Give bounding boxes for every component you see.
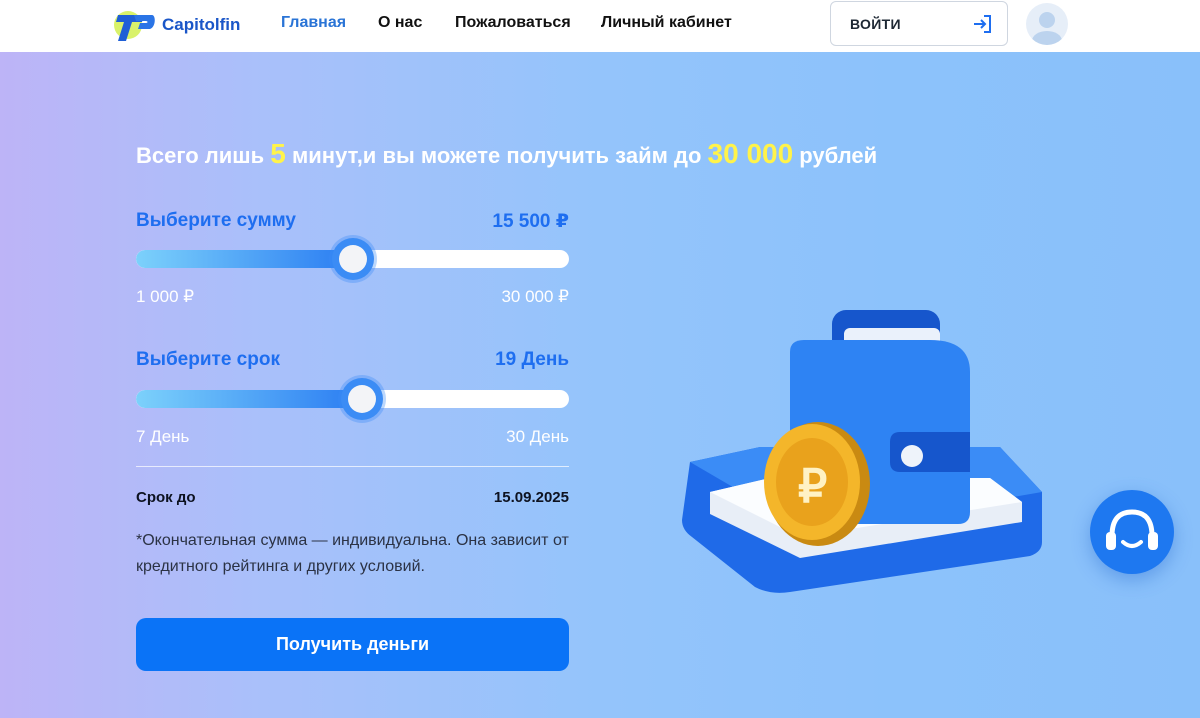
get-money-button[interactable]: Получить деньги bbox=[136, 618, 569, 671]
amount-min: 1 000 ₽ bbox=[136, 287, 195, 306]
term-range: 7 День 30 День bbox=[136, 427, 569, 447]
term-label-row: Выберите срок 19 День bbox=[136, 349, 569, 371]
disclaimer-note: *Окончательная сумма — индивидуальна. Он… bbox=[136, 532, 569, 575]
logo-icon bbox=[114, 11, 155, 41]
amount-max: 30 000 ₽ bbox=[501, 287, 569, 306]
nav-account[interactable]: Личный кабинет bbox=[601, 14, 732, 32]
login-arrow-icon bbox=[974, 15, 991, 33]
term-max: 30 День bbox=[506, 427, 569, 446]
term-min: 7 День bbox=[136, 427, 190, 446]
divider bbox=[136, 466, 569, 467]
logo[interactable]: Capitolfin bbox=[112, 4, 252, 46]
term-slider-fill bbox=[136, 390, 362, 408]
hero-headline: Всего лишь 5 минут,и вы можете получить … bbox=[136, 138, 877, 170]
term-slider-thumb[interactable] bbox=[340, 378, 383, 420]
amount-slider-thumb[interactable] bbox=[331, 238, 374, 280]
logo-text: Capitolfin bbox=[162, 15, 241, 34]
support-button[interactable] bbox=[1090, 490, 1174, 574]
nav-complain[interactable]: Пожаловаться bbox=[455, 14, 571, 32]
nav-about[interactable]: О нас bbox=[378, 14, 422, 32]
headline-text-1: Всего лишь bbox=[136, 143, 265, 168]
site-header: Capitolfin Главная О нас Пожаловаться Ли… bbox=[0, 0, 1200, 52]
wallet-with-ruble-coin-illustration: ₽ bbox=[682, 310, 1042, 593]
headline-amount: 30 000 bbox=[707, 138, 794, 169]
due-date-value: 15.09.2025 bbox=[493, 489, 569, 506]
hero-section: Всего лишь 5 минут,и вы можете получить … bbox=[0, 52, 1200, 718]
login-button-label: ВОЙТИ bbox=[850, 16, 901, 32]
headline-text-2: минут,и вы можете получить займ до bbox=[291, 143, 702, 168]
user-avatar-icon[interactable] bbox=[1026, 3, 1068, 45]
support-headset-icon bbox=[1106, 509, 1158, 550]
amount-range: 1 000 ₽ 30 000 ₽ bbox=[136, 287, 569, 307]
due-date-row: Срок до 15.09.2025 bbox=[136, 489, 569, 506]
login-button[interactable]: ВОЙТИ bbox=[830, 1, 1008, 46]
due-date-label: Срок до bbox=[136, 489, 196, 506]
amount-label-row: Выберите сумму 15 500 ₽ bbox=[136, 210, 569, 233]
ruble-sign-icon: ₽ bbox=[798, 460, 827, 512]
amount-slider-fill bbox=[136, 250, 353, 268]
term-value: 19 День bbox=[495, 349, 569, 370]
amount-value: 15 500 ₽ bbox=[492, 211, 569, 232]
headline-minutes: 5 bbox=[270, 138, 286, 169]
amount-label: Выберите сумму bbox=[136, 210, 296, 231]
term-label: Выберите срок bbox=[136, 349, 280, 370]
headline-text-3: рублей bbox=[799, 143, 878, 168]
nav-main[interactable]: Главная bbox=[281, 14, 346, 32]
avatar-silhouette-icon bbox=[1032, 12, 1062, 45]
